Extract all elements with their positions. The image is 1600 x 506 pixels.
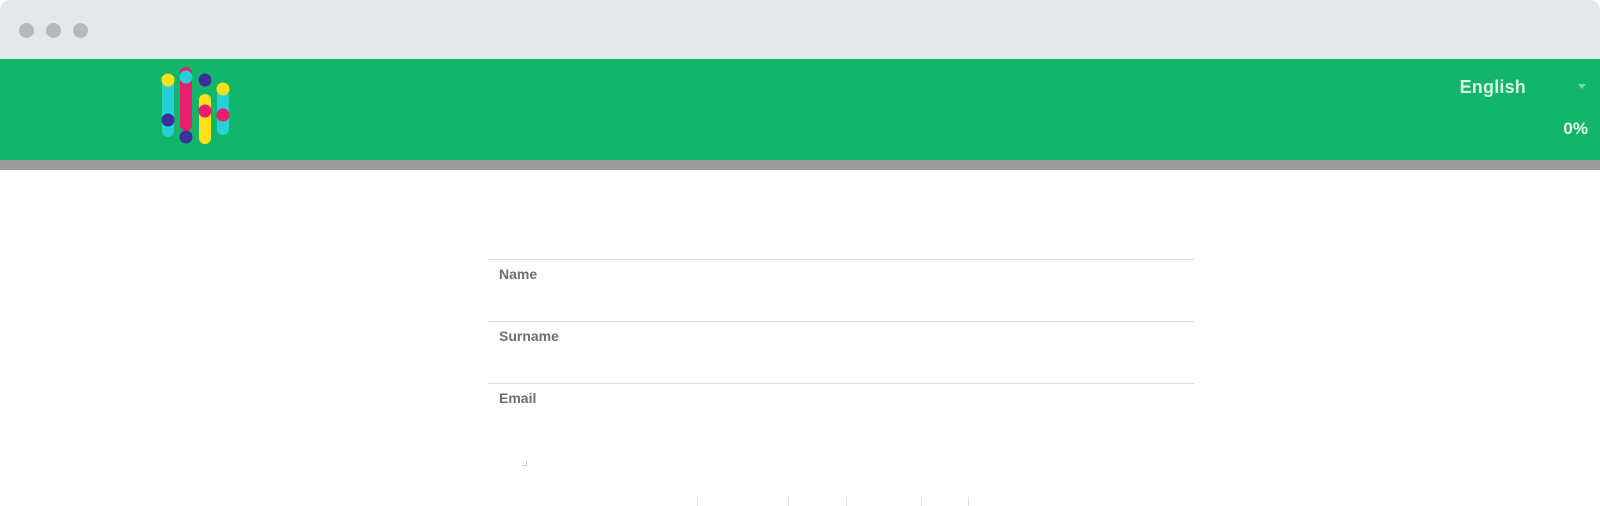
surname-label: Surname bbox=[499, 328, 559, 344]
survey-header: English 0% bbox=[0, 59, 1600, 160]
divider bbox=[921, 497, 922, 506]
minimize-dot[interactable] bbox=[46, 23, 61, 38]
close-dot[interactable] bbox=[19, 23, 34, 38]
divider bbox=[846, 497, 847, 506]
chevron-down-icon[interactable] bbox=[1578, 84, 1586, 89]
email-field-row: Email bbox=[488, 383, 1195, 474]
language-selector[interactable]: English bbox=[1460, 77, 1526, 98]
logo-icon bbox=[161, 67, 230, 144]
name-input[interactable] bbox=[498, 288, 1182, 316]
maximize-dot[interactable] bbox=[73, 23, 88, 38]
browser-window: English 0% Name Surname Email bbox=[0, 0, 1600, 506]
divider bbox=[788, 497, 789, 506]
email-input[interactable] bbox=[498, 412, 1182, 440]
name-label: Name bbox=[499, 266, 538, 282]
window-title-bar bbox=[0, 0, 1600, 59]
progress-percentage: 0% bbox=[1563, 119, 1588, 138]
surname-input[interactable] bbox=[498, 350, 1182, 378]
divider bbox=[968, 497, 969, 506]
resize-handle-icon[interactable] bbox=[522, 461, 527, 466]
contact-form: Name Surname Email bbox=[488, 259, 1195, 474]
name-field-row: Name bbox=[488, 259, 1195, 321]
progress-bar bbox=[0, 160, 1600, 170]
surname-field-row: Surname bbox=[488, 321, 1195, 383]
divider bbox=[697, 497, 698, 506]
email-label: Email bbox=[499, 390, 537, 406]
